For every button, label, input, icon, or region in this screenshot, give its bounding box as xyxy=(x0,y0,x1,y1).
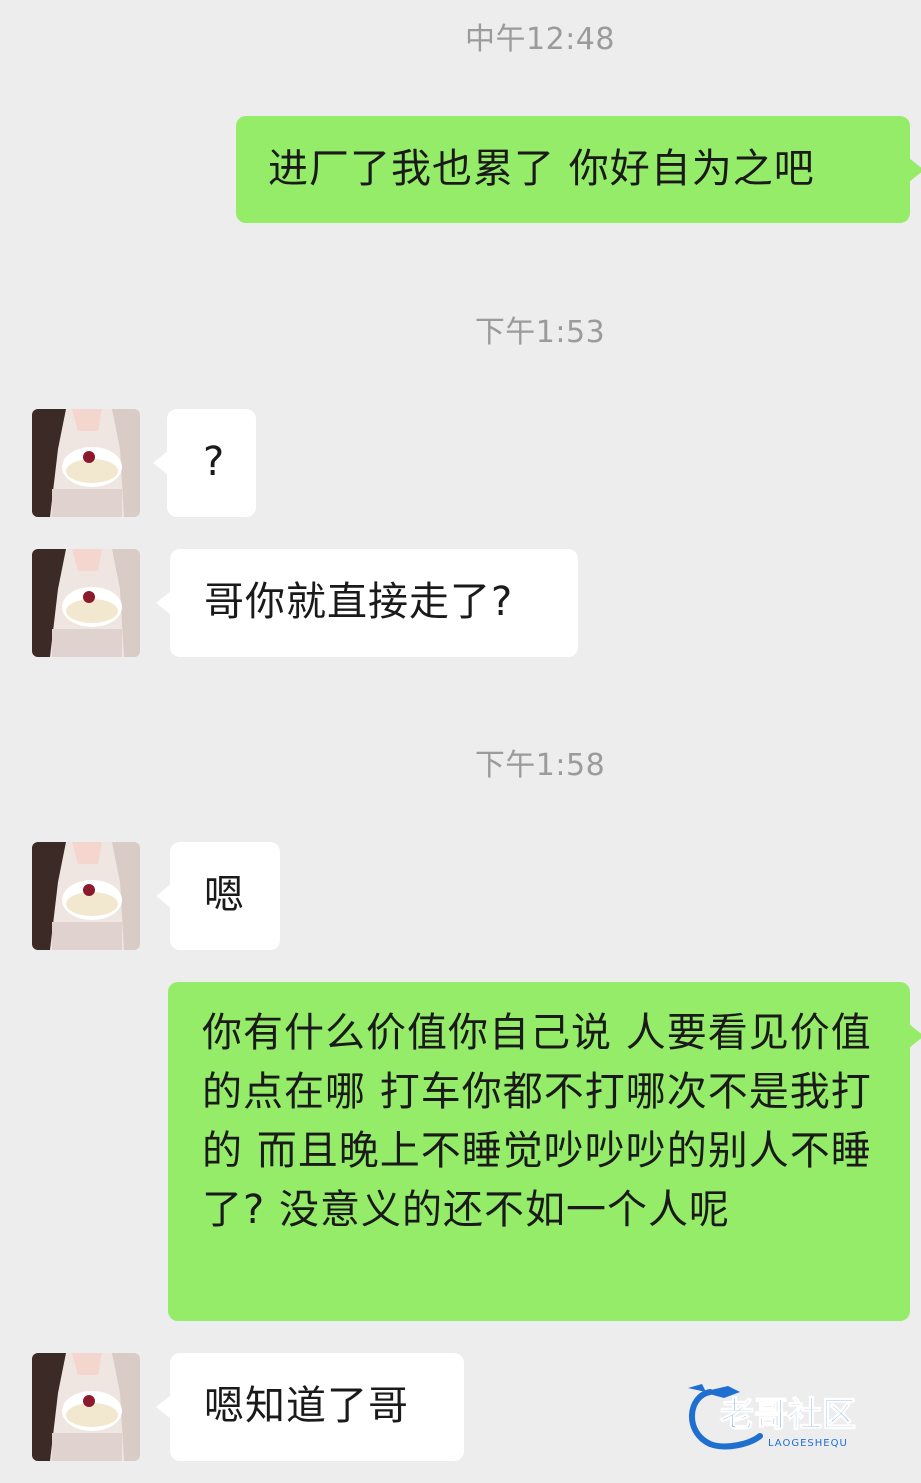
avatar[interactable] xyxy=(32,1353,140,1461)
avatar[interactable] xyxy=(32,409,140,517)
timestamp-1248: 中午12:48 xyxy=(465,22,615,57)
dragon-logo-icon: 老哥社区 LAOGESHEQU xyxy=(688,1384,857,1450)
avatar[interactable] xyxy=(32,549,140,657)
avatar-photo-icon xyxy=(32,1353,140,1461)
avatar[interactable] xyxy=(32,842,140,950)
watermark-title: 老哥社区 xyxy=(720,1395,856,1435)
message-bubble-outgoing[interactable]: 你有什么价值你自己说 人要看见价值的点在哪 打车你都不打哪次不是我打的 而且晚上… xyxy=(168,982,921,1321)
message-bubble-incoming[interactable]: ? xyxy=(153,409,256,517)
message-bubble-incoming[interactable]: 嗯知道了哥 xyxy=(156,1353,464,1461)
message-bubble-incoming[interactable]: 哥你就直接走了? xyxy=(156,549,578,657)
avatar-photo-icon xyxy=(32,549,140,657)
watermark-subtitle: LAOGESHEQU xyxy=(768,1438,848,1449)
avatar-photo-icon xyxy=(32,842,140,950)
message-bubble-incoming[interactable]: 嗯 xyxy=(156,842,280,950)
timestamp-153: 下午1:53 xyxy=(474,315,606,350)
avatar-photo-icon xyxy=(32,409,140,517)
timestamp-158: 下午1:58 xyxy=(474,748,606,783)
message-bubble-outgoing[interactable]: 进厂了我也累了 你好自为之吧 xyxy=(236,116,921,223)
watermark-logo: 老哥社区 LAOGESHEQU xyxy=(680,1378,910,1458)
